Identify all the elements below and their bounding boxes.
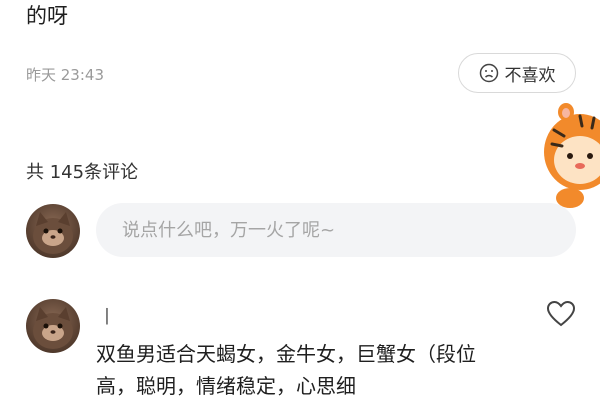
comment-username[interactable]: 丨 <box>98 303 116 329</box>
comment-count: 共 145条评论 <box>26 162 139 183</box>
commenter-avatar[interactable] <box>26 299 80 353</box>
dislike-label: 不喜欢 <box>504 65 556 86</box>
heart-outline-icon[interactable] <box>546 300 576 328</box>
comment-input[interactable] <box>96 203 576 257</box>
my-avatar[interactable] <box>26 204 80 258</box>
tiger-mascot-icon[interactable] <box>540 100 600 210</box>
dislike-button[interactable]: 不喜欢 <box>458 53 576 93</box>
post-timestamp: 昨天 23:43 <box>26 66 104 84</box>
post-text-tail: 的呀 <box>26 4 68 28</box>
cat-avatar-icon <box>33 212 73 254</box>
frown-face-icon <box>479 63 498 83</box>
cat-avatar-icon <box>33 307 73 349</box>
comment-text: 双鱼男适合天蝎女，金牛女，巨蟹女（段位高，聪明，情绪稳定，心思细 <box>96 342 476 398</box>
